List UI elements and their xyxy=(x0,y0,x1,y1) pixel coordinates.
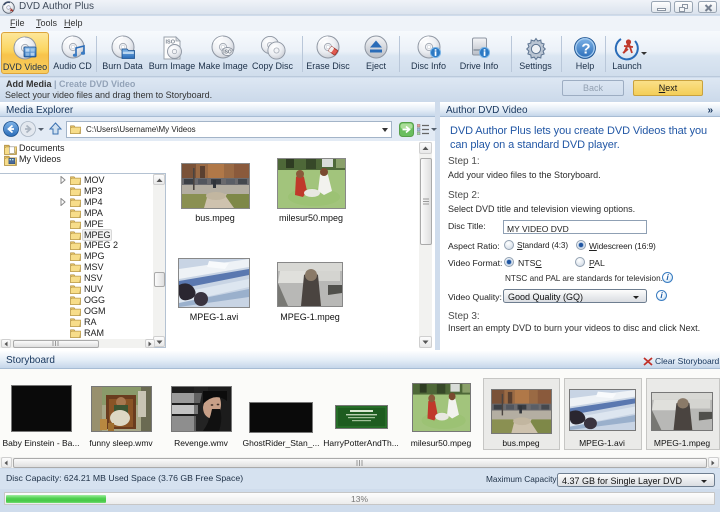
svg-text:?: ? xyxy=(581,41,590,58)
svg-text:ISO: ISO xyxy=(223,50,232,56)
